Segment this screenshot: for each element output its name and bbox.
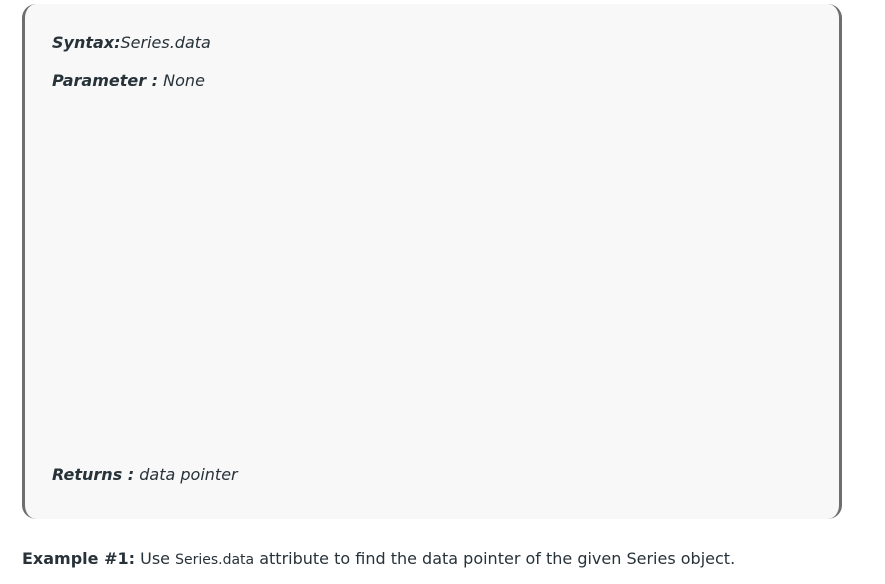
parameter-label: Parameter :: [52, 71, 159, 90]
example-code: Series.data: [175, 552, 255, 568]
example-label: Example #1:: [22, 549, 136, 568]
syntax-box: Syntax:Series.data Parameter : None Retu…: [22, 4, 842, 519]
returns-label: Returns :: [52, 465, 135, 484]
syntax-label: Syntax:: [52, 33, 121, 52]
example-paragraph: Example #1: Use Series.data attribute to…: [22, 549, 735, 568]
syntax-value: Series.data: [120, 33, 211, 52]
example-text-after: attribute to find the data pointer of th…: [254, 549, 736, 568]
returns-value: data pointer: [134, 465, 238, 484]
parameter-value: None: [158, 71, 205, 90]
syntax-line: Syntax:Series.data: [52, 33, 211, 52]
returns-line: Returns : data pointer: [52, 465, 238, 484]
parameter-line: Parameter : None: [52, 71, 205, 90]
example-text-before: Use: [135, 549, 176, 568]
